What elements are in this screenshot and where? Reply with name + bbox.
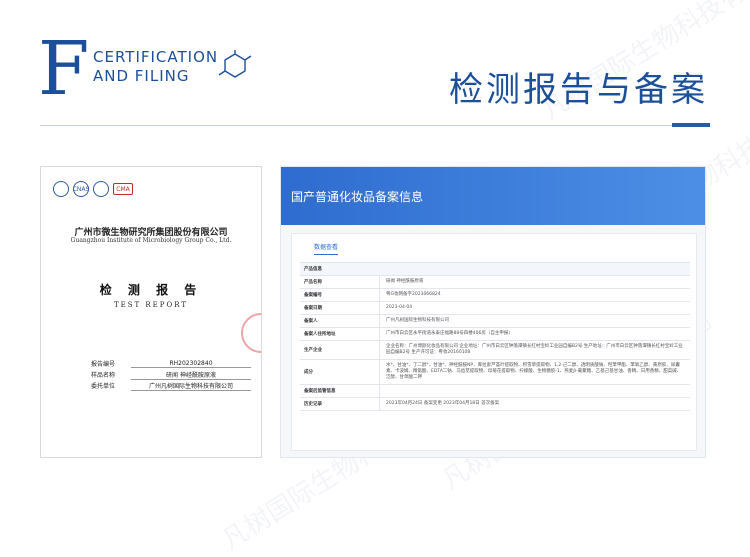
report-title-en: TEST REPORT: [113, 301, 189, 309]
table-cell-value: 广州凡树国际生物科技有限公司: [386, 318, 449, 323]
report-field-label: 报告编号: [91, 361, 116, 368]
table-cell-value: 广州市白云区永平街道永泰庄福路88号四楼406房（自主申报）: [386, 331, 513, 336]
table-row: 生产企业 企业名称：广州博颜化妆品有限公司 企业地址：广州市白云区钟落潭镇长红村宝…: [300, 341, 690, 360]
table-cell-value: 2023-04-04: [386, 305, 413, 310]
table-section-header: 产品信息: [300, 263, 690, 275]
report-title: 检 测 报 告: [99, 283, 203, 297]
report-field-row: 报告编号 RH202302840: [91, 358, 251, 369]
table-cell-label: 备案后监管信息: [300, 385, 380, 397]
report-field-label: 样品名称: [91, 372, 116, 379]
registry-table: 产品信息 产品名称 研闻 神经酰胺原液备案编号 粤G妆网备字2023066824 备案日…: [300, 262, 690, 411]
table-cell-label: 备案日期: [300, 302, 380, 314]
table-cell-value: 粤G妆网备字2023066824: [386, 292, 441, 297]
report-organization-en: Guangzhou Institute of Microbiology Grou…: [70, 237, 232, 244]
iso-logo-icon: [53, 181, 69, 197]
table-cell-value: [380, 385, 690, 397]
table-row: 产品名称 研闻 神经酰胺原液: [300, 276, 690, 289]
table-row: 产品信息: [300, 263, 690, 276]
report-field-value: 广州凡树国际生物科技有限公司: [131, 381, 251, 391]
report-field-value: RH202302840: [131, 360, 251, 368]
table-cell-label: 产品名称: [300, 276, 380, 288]
page-title: 检测报告与备案: [449, 70, 708, 110]
header-line1: CERTIFICATION: [93, 48, 219, 66]
table-row: 备案编号 粤G妆网备字2023066824: [300, 289, 690, 302]
table-cell-value: 企业名称：广州博颜化妆品有限公司 企业地址：广州市白云区钟落潭镇长红村宝岭工业园…: [386, 344, 683, 355]
table-row: 备案后监管信息: [300, 385, 690, 398]
registry-body: 数据查看 产品信息 产品名称 研闻 神经酰胺原液备案编号 粤G妆网备字20230668…: [291, 233, 697, 451]
table-cell-value: 水*、甘油*、丁二醇*、甘油*、神经酰胺NP、库拉索芦荟叶提取物、积雪草提取物、…: [386, 363, 682, 380]
registry-header: 国产普通化妆品备案信息: [281, 167, 705, 225]
table-cell-label: 备案编号: [300, 289, 380, 301]
cma-logo-icon: CMA: [113, 183, 133, 195]
section-header: F CERTIFICATION AND FILING 检测报告与备案: [38, 32, 718, 126]
header-subtitle: CERTIFICATION AND FILING: [93, 48, 218, 86]
table-row: 备案人 广州凡树国际生物科技有限公司: [300, 315, 690, 328]
table-cell-value: 研闻 神经酰胺原液: [386, 279, 424, 284]
table-cell-label: 历史记录: [300, 398, 380, 410]
report-field-row: 委托单位 广州凡树国际生物科技有限公司: [91, 380, 251, 391]
table-cell-value: 2023年04月24日 备案变更 2023年04月18日 首次备案: [386, 401, 500, 406]
report-field-row: 样品名称 研闻 神经酰胺原液: [91, 369, 251, 380]
table-row: 成分 水*、甘油*、丁二醇*、甘油*、神经酰胺NP、库拉索芦荟叶提取物、积雪草提取…: [300, 360, 690, 385]
divider-accent: [672, 123, 710, 127]
seal-stamp: [241, 313, 261, 353]
molecule-icon: [218, 50, 252, 78]
table-row: 备案日期 2023-04-04: [300, 302, 690, 315]
report-field-value: 研闻 神经酰胺原液: [131, 370, 251, 380]
divider: [40, 125, 710, 126]
table-row: 历史记录 2023年04月24日 备案变更 2023年04月18日 首次备案: [300, 398, 690, 411]
badge-logo-icon: [93, 181, 109, 197]
certification-logos: CNAS CMA: [53, 181, 133, 197]
test-report-document: CNAS CMA 广州市微生物研究所集团股份有限公司 Guangzhou Ins…: [40, 166, 262, 458]
report-field-label: 委托单位: [91, 383, 116, 390]
header-letter: F: [38, 26, 90, 112]
report-fields: 报告编号 RH202302840 样品名称 研闻 神经酰胺原液 委托单位 广州凡…: [91, 358, 251, 391]
table-cell-label: 成分: [300, 360, 380, 384]
table-row: 备案人住所地址 广州市白云区永平街道永泰庄福路88号四楼406房（自主申报）: [300, 328, 690, 341]
table-cell-label: 备案人住所地址: [300, 328, 380, 340]
cnas-logo-icon: CNAS: [73, 181, 89, 197]
tab-data-view[interactable]: 数据查看: [314, 242, 339, 255]
table-cell-label: 生产企业: [300, 341, 380, 359]
registry-screenshot: 国产普通化妆品备案信息 数据查看 产品信息 产品名称 研闻 神经酰胺原液备案编号 粤G…: [280, 166, 706, 458]
header-line2: AND FILING: [93, 67, 190, 85]
table-cell-label: 备案人: [300, 315, 380, 327]
